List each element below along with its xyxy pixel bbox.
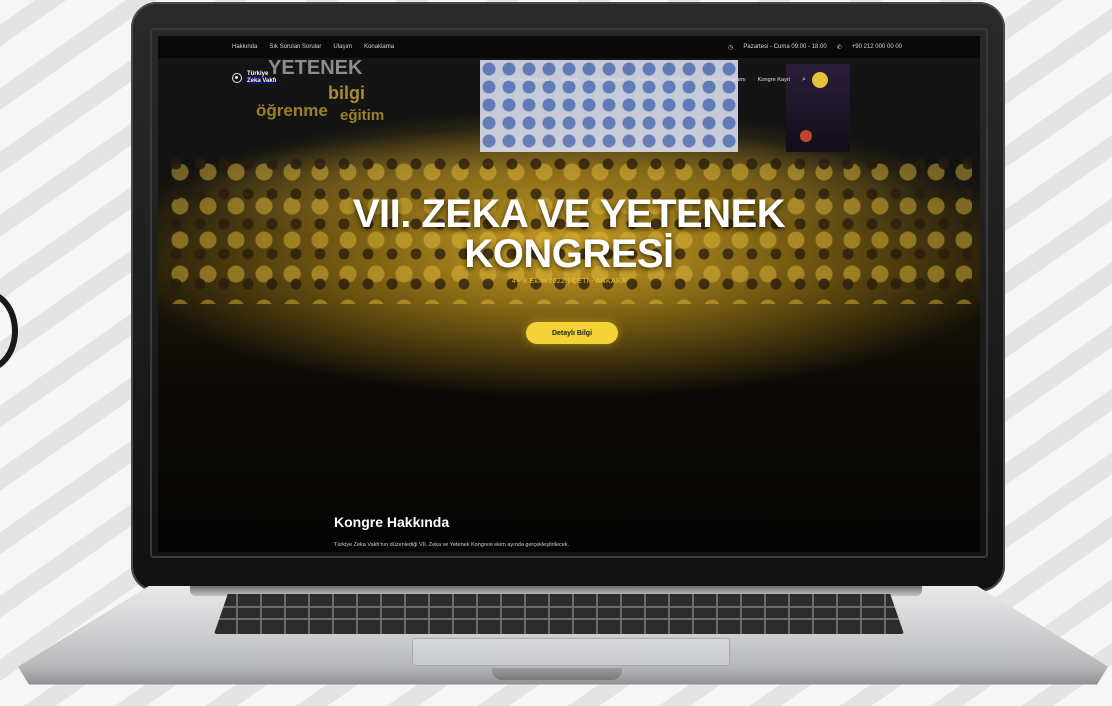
top-link-transport[interactable]: Ulaşım bbox=[333, 44, 352, 50]
top-link-accommodation[interactable]: Konaklama bbox=[364, 44, 394, 50]
laptop-keyboard bbox=[214, 594, 904, 634]
top-link-faq[interactable]: Sık Sorulan Sorular bbox=[269, 44, 321, 50]
phone-number[interactable]: +90 212 000 00 00 bbox=[852, 44, 902, 50]
phone-icon: ✆ bbox=[836, 44, 842, 51]
top-contact: ◷ Pazartesi - Cuma 09:00 - 18:00 ✆ +90 2… bbox=[728, 44, 902, 51]
laptop-trackpad bbox=[412, 638, 730, 666]
top-links: Hakkında Sık Sorulan Sorular Ulaşım Kona… bbox=[232, 44, 394, 50]
top-info-bar: Hakkında Sık Sorulan Sorular Ulaşım Kona… bbox=[158, 36, 980, 58]
details-button[interactable]: Detaylı Bilgi bbox=[526, 322, 618, 344]
main-navigation: Kongreye Hakkında Ulaşım Konuşmacılar Pa… bbox=[500, 76, 806, 84]
top-link-about[interactable]: Hakkında bbox=[232, 44, 257, 50]
hero-date: 4 - 8 Ekim 2022 | ÇETİ - ANKARA bbox=[511, 278, 627, 285]
laptop-front-notch bbox=[492, 668, 622, 680]
clock-icon: ◷ bbox=[728, 44, 734, 51]
nav-item-registration[interactable]: Kongre Kayıt bbox=[758, 77, 790, 83]
hero-title-line1: VII. ZEKA VE YETENEK bbox=[352, 192, 786, 236]
word-cloud-word: eğitim bbox=[340, 107, 385, 124]
nav-item-workshops[interactable]: Atölyeler bbox=[669, 77, 691, 83]
word-cloud-word: öğrenme bbox=[256, 101, 328, 120]
hero-title-line2: KONGRESİ bbox=[464, 232, 674, 276]
word-cloud-backdrop: YETENEK bilgi öğrenme eğitim bbox=[228, 58, 398, 134]
logo-text: Türkiye Zeka Vakfı bbox=[247, 71, 276, 84]
search-icon[interactable]: ⌕ bbox=[802, 76, 806, 84]
logo-line1: Türkiye bbox=[247, 71, 269, 77]
nav-item-transport[interactable]: Ulaşım bbox=[561, 77, 578, 83]
office-hours: Pazartesi - Cuma 09:00 - 18:00 bbox=[743, 44, 827, 50]
about-text: Türkiye Zeka Vakfı'nın düzenlediği VII. … bbox=[334, 542, 570, 548]
logo-icon bbox=[232, 72, 242, 83]
nav-item-panels[interactable]: Paneller bbox=[637, 77, 658, 83]
stage-banner-image bbox=[480, 60, 738, 152]
laptop-screen: YETENEK bilgi öğrenme eğitim Hakkında Sı… bbox=[158, 36, 980, 552]
hero-title: VII. ZEKA VE YETENEK KONGRESİ bbox=[158, 194, 980, 274]
nav-item-program[interactable]: Kongre Programı bbox=[703, 77, 746, 83]
logo-line2: Zeka Vakfı bbox=[247, 77, 277, 84]
site-logo[interactable]: Türkiye Zeka Vakfı bbox=[232, 71, 276, 84]
word-cloud-word: YETENEK bbox=[268, 57, 363, 79]
word-cloud-word: bilgi bbox=[328, 83, 365, 103]
nav-item-about-congress[interactable]: Kongreye Hakkında bbox=[500, 77, 549, 83]
about-heading: Kongre Hakkında bbox=[334, 514, 450, 530]
nav-item-speakers[interactable]: Konuşmacılar bbox=[591, 77, 625, 83]
